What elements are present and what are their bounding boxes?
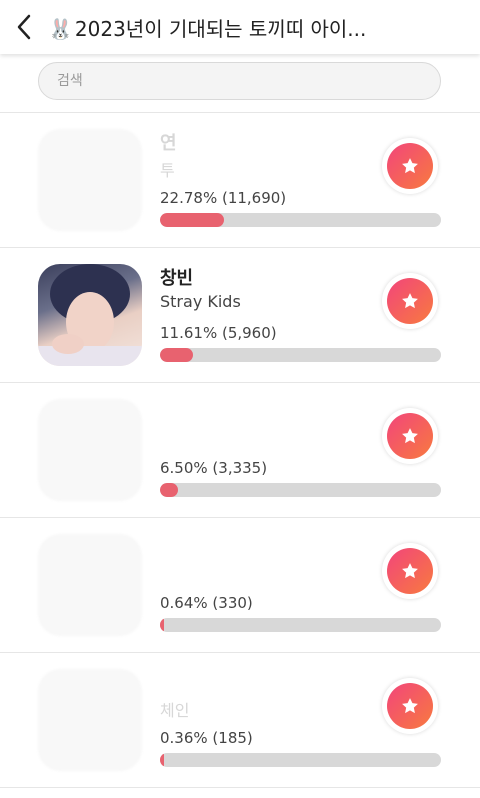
star-icon bbox=[402, 428, 418, 444]
group-name: Stray Kids bbox=[160, 292, 241, 311]
star-icon bbox=[402, 158, 418, 174]
star-icon bbox=[402, 293, 418, 309]
vote-bar bbox=[160, 618, 441, 632]
vote-bar-fill bbox=[160, 618, 165, 632]
avatar-portrait-icon bbox=[38, 264, 142, 366]
favorite-button[interactable] bbox=[382, 408, 438, 464]
top-bar: 🐰 2023년이 기대되는 토끼띠 아이... bbox=[0, 0, 480, 54]
chevron-left-icon bbox=[17, 14, 31, 40]
list-item[interactable]: 연 투 22.78% (11,690) bbox=[0, 113, 480, 248]
back-button[interactable] bbox=[0, 0, 48, 54]
list-item[interactable]: 창빈 Stray Kids 11.61% (5,960) bbox=[0, 248, 480, 383]
vote-bar-fill bbox=[160, 483, 179, 497]
vote-percent: 0.64% (330) bbox=[160, 594, 253, 612]
avatar bbox=[38, 534, 142, 636]
favorite-button[interactable] bbox=[382, 138, 438, 194]
group-name: 체인 bbox=[160, 701, 190, 720]
vote-bar bbox=[160, 348, 441, 362]
list-item[interactable]: 0.64% (330) bbox=[0, 518, 480, 653]
vote-percent: 11.61% (5,960) bbox=[160, 324, 277, 342]
vote-bar-fill bbox=[160, 753, 165, 767]
favorite-button[interactable] bbox=[382, 543, 438, 599]
favorite-button[interactable] bbox=[382, 273, 438, 329]
avatar bbox=[38, 129, 142, 231]
vote-bar bbox=[160, 483, 441, 497]
rabbit-emoji-icon: 🐰 bbox=[48, 16, 73, 41]
star-icon bbox=[402, 698, 418, 714]
vote-bar bbox=[160, 753, 441, 767]
idol-name: 연 bbox=[160, 133, 177, 154]
search-input[interactable] bbox=[38, 62, 441, 100]
star-icon bbox=[402, 563, 418, 579]
vote-bar bbox=[160, 213, 441, 227]
avatar bbox=[38, 264, 142, 366]
list-item[interactable]: 6.50% (3,335) bbox=[0, 383, 480, 518]
vote-percent: 0.36% (185) bbox=[160, 729, 253, 747]
group-name: 투 bbox=[160, 161, 175, 180]
vote-percent: 22.78% (11,690) bbox=[160, 189, 287, 207]
list-item[interactable]: 체인 0.36% (185) bbox=[0, 653, 480, 788]
search-container bbox=[38, 62, 441, 100]
favorite-button[interactable] bbox=[382, 678, 438, 734]
idol-name: 창빈 bbox=[160, 268, 194, 289]
vote-bar-fill bbox=[160, 213, 224, 227]
page-title: 🐰 2023년이 기대되는 토끼띠 아이... bbox=[48, 13, 458, 42]
vote-percent: 6.50% (3,335) bbox=[160, 459, 268, 477]
avatar bbox=[38, 399, 142, 501]
avatar bbox=[38, 669, 142, 771]
page-title-text: 2023년이 기대되는 토끼띠 아이... bbox=[74, 16, 367, 41]
vote-bar-fill bbox=[160, 348, 193, 362]
